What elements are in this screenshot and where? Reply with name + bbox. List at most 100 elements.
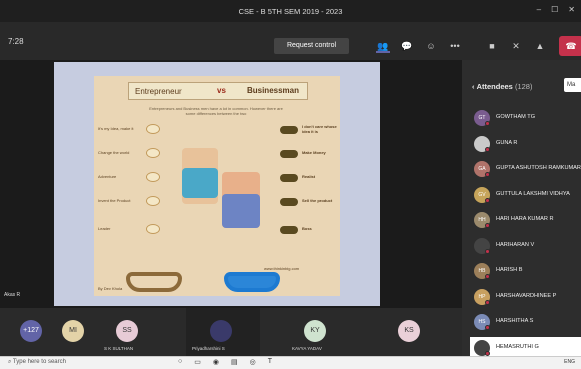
right-row: Boss	[302, 226, 312, 231]
request-control-button[interactable]: Request control	[274, 38, 349, 54]
poster-heading: Entrepreneur vs Businessman	[128, 82, 308, 100]
attendee-name: HARISH B	[496, 267, 523, 273]
attendee-name: HARSHITHA S	[496, 318, 534, 324]
start-icon[interactable]: ○	[178, 358, 182, 366]
attendee-row[interactable]: GT GOWTHAM TG	[470, 107, 581, 129]
mic-off-icon	[485, 299, 490, 305]
mic-off-icon	[485, 146, 490, 152]
participant-avatar: KY	[304, 320, 326, 342]
chrome-icon[interactable]: ◎	[250, 358, 256, 366]
mic-off-icon	[485, 350, 490, 356]
attendee-name: HARSHAVARDHINEE P	[496, 292, 557, 299]
attendee-row[interactable]: HARIHARAN V	[470, 235, 581, 257]
task-view-icon[interactable]: ▭	[194, 358, 201, 366]
right-row: Sell the product	[302, 198, 333, 203]
product-icon	[280, 198, 298, 206]
participant-avatar: KS	[398, 320, 420, 342]
attendee-count: (128)	[514, 82, 533, 91]
participant-tile[interactable]: Priyadharshini S	[186, 308, 260, 356]
language-indicator[interactable]: ENG	[564, 359, 575, 365]
left-row: Change the world	[98, 150, 130, 155]
poster-credit: By Dev Khola	[98, 286, 123, 291]
attendee-row[interactable]: HB HARISH B	[470, 260, 581, 282]
attendee-name: HEMASRUTHI G	[496, 343, 539, 350]
heading-vs: vs	[217, 86, 226, 95]
mic-off-icon	[485, 274, 490, 279]
participant-strip: +127 MI SS S K SULTHAN Priyadharshini S KY KAV…	[0, 308, 462, 356]
camera-icon[interactable]: ■	[485, 39, 499, 53]
participant-name: Priyadharshini S	[192, 346, 225, 351]
explorer-icon[interactable]: ▤	[231, 358, 238, 366]
leave-call-button[interactable]: ☎	[559, 36, 581, 56]
leader-icon	[146, 224, 160, 234]
entrepreneur-body	[182, 168, 218, 198]
manage-button[interactable]: Ma	[564, 78, 581, 92]
participant-avatar: MI	[62, 320, 84, 342]
meeting-title: CSE - B 5TH SEM 2019 - 2023	[238, 7, 343, 16]
mic-off-icon	[485, 248, 490, 254]
bag-icon	[280, 126, 298, 134]
reactions-icon[interactable]: ☺	[424, 39, 438, 53]
money-icon	[280, 150, 298, 158]
ship-icon	[146, 172, 160, 182]
car-icon	[280, 174, 298, 182]
title-bar: CSE - B 5TH SEM 2019 - 2023 – ☐ ✕	[0, 0, 581, 22]
shared-screen-stage: Entrepreneur vs Businessman Entrepreneur…	[0, 60, 462, 308]
poster-subtitle: Entrepreneurs and Business men have a lo…	[149, 106, 283, 116]
attendees-title: Attendees	[476, 82, 513, 91]
attendee-row[interactable]: GV GUTTULA LAKSHMI VIDHYA	[470, 184, 581, 206]
chat-icon[interactable]: 💬	[400, 39, 414, 53]
share-icon[interactable]: ▲	[533, 39, 547, 53]
participant-tile[interactable]: KY KAVYA YADAV	[292, 308, 364, 356]
mic-off-icon	[485, 325, 490, 330]
taskbar-icons: ○ ▭ ◉ ▤ ◎ T	[178, 358, 272, 366]
more-options-icon[interactable]: •••	[448, 39, 462, 53]
attendee-name: HARIHARAN V	[496, 241, 535, 248]
attendee-name: GUPTA ASHUTOSH RAMKUMAR	[496, 165, 581, 171]
attendee-name: GOWTHAM TG	[496, 114, 536, 120]
meeting-toolbar: 7:28 Request control 👥 💬 ☺ ••• ■ ✕ ▲ ☎	[0, 22, 581, 60]
right-row: I don't care whose idea it is	[302, 124, 337, 134]
rocket-icon	[146, 196, 160, 206]
participants-icon[interactable]: 👥	[376, 39, 390, 53]
teams-icon[interactable]: T	[268, 358, 272, 366]
attendee-name: GUNA R	[496, 139, 518, 146]
shared-slide: Entrepreneur vs Businessman Entrepreneur…	[54, 62, 380, 306]
attendee-row[interactable]: GA GUPTA ASHUTOSH RAMKUMAR	[470, 158, 581, 180]
attendees-header: ‹ Attendees (128)	[472, 82, 532, 91]
left-row: Adventure	[98, 174, 117, 179]
participant-name: KAVYA YADAV	[292, 346, 322, 351]
system-tray: ENG	[564, 359, 575, 365]
participant-video	[210, 320, 232, 342]
attendee-row[interactable]: HP HARSHAVARDHINEE P	[470, 286, 581, 308]
window-controls: – ☐ ✕	[537, 5, 575, 14]
infographic-poster: Entrepreneur vs Businessman Entrepreneur…	[94, 76, 340, 296]
maximize-icon[interactable]: ☐	[551, 5, 558, 14]
boss-icon	[280, 226, 298, 234]
meeting-timer: 7:28	[8, 37, 24, 46]
attendees-panel: ‹ Attendees (128) Ma GT GOWTHAM TG GUNA R G…	[462, 60, 581, 359]
attendee-row[interactable]: HS HARSHITHA S	[470, 311, 581, 333]
left-row: Leader	[98, 226, 111, 231]
attendee-row[interactable]: HH HARI HARA KUMAR R	[470, 209, 581, 231]
participant-tile[interactable]: KS	[398, 308, 458, 356]
left-row: It's my Idea, make it	[98, 126, 134, 131]
presenter-label: Akas R	[4, 292, 21, 298]
edge-icon[interactable]: ◉	[213, 358, 219, 366]
mic-off-icon	[485, 223, 490, 228]
minimize-icon[interactable]: –	[537, 5, 541, 14]
participant-tile[interactable]: SS S K SULTHAN	[104, 308, 176, 356]
attendee-row[interactable]: GUNA R	[470, 133, 581, 155]
mic-muted-icon[interactable]: ✕	[509, 39, 523, 53]
taskbar-search[interactable]: ⌕ Type here to search	[8, 359, 66, 366]
heading-right: Businessman	[246, 86, 299, 95]
globe-icon	[146, 148, 160, 158]
mic-off-icon	[485, 172, 490, 177]
right-row: Realist	[302, 174, 316, 179]
right-row: Make Money	[302, 150, 326, 155]
attendee-name: GUTTULA LAKSHMI VIDHYA	[496, 190, 570, 197]
participant-avatar: SS	[116, 320, 138, 342]
businessman-body	[222, 194, 260, 228]
close-icon[interactable]: ✕	[568, 5, 575, 14]
mic-off-icon	[485, 197, 490, 203]
